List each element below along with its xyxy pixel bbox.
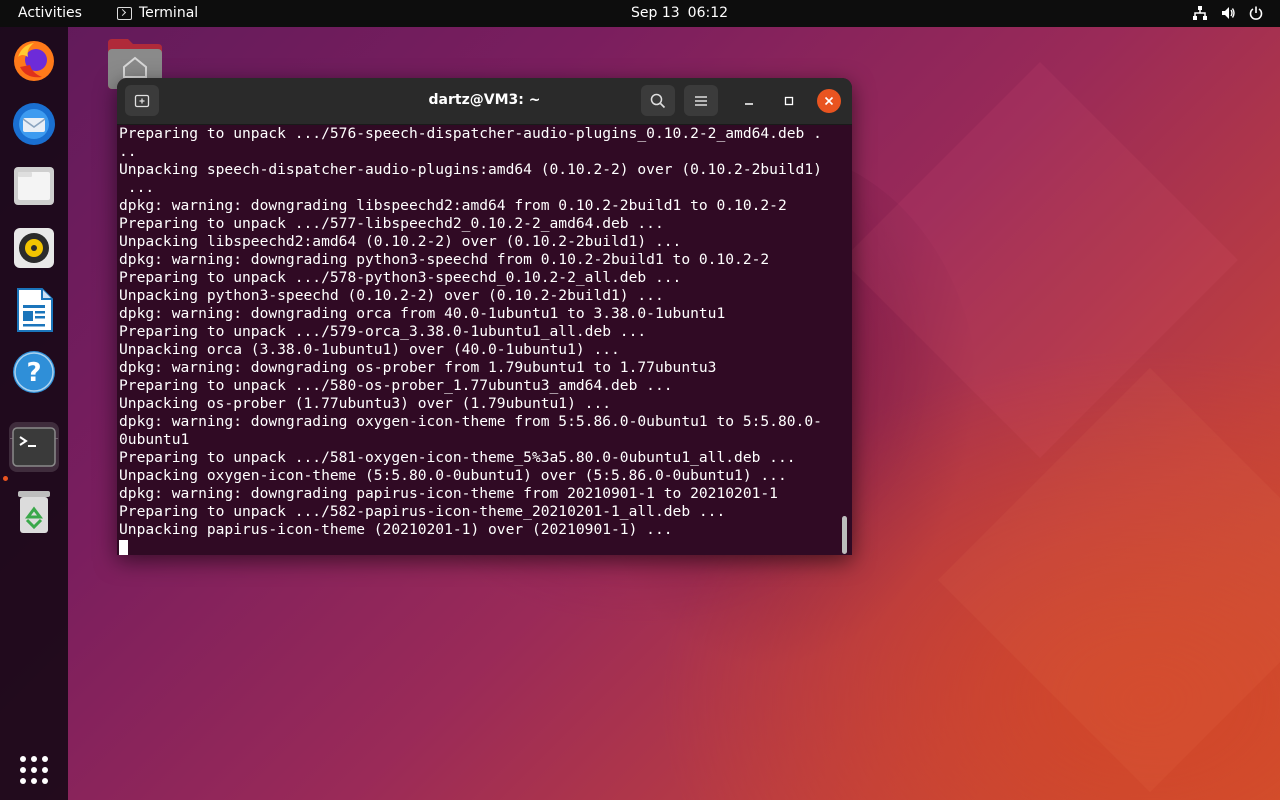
terminal-line: dpkg: warning: downgrading python3-speec… <box>119 251 770 268</box>
terminal-line: Unpacking papirus-icon-theme (20210201-1… <box>119 521 673 538</box>
dock-item-writer[interactable] <box>9 285 59 335</box>
system-tray[interactable] <box>1192 5 1264 21</box>
dock-item-firefox[interactable] <box>9 36 59 86</box>
trash-icon <box>18 491 50 533</box>
minimize-icon <box>745 103 753 105</box>
terminal-line: dpkg: warning: downgrading oxygen-icon-t… <box>119 413 822 430</box>
terminal-line: dpkg: warning: downgrading orca from 40.… <box>119 305 726 322</box>
app-menu-label: Terminal <box>139 5 199 21</box>
terminal-line: dpkg: warning: downgrading os-prober fro… <box>119 359 717 376</box>
network-icon[interactable] <box>1192 5 1208 21</box>
app-menu[interactable]: Terminal <box>117 5 198 21</box>
terminal-line: 0ubuntu1 <box>119 431 190 448</box>
thunderbird-icon <box>13 103 55 145</box>
text-cursor <box>119 540 128 555</box>
help-icon: ? <box>13 351 55 393</box>
search-icon <box>650 93 666 108</box>
terminal-line: Preparing to unpack .../582-papirus-icon… <box>119 503 726 520</box>
menu-button[interactable] <box>684 85 718 116</box>
firefox-icon <box>14 41 54 81</box>
close-icon <box>824 96 834 106</box>
terminal-output: Preparing to unpack .../576-speech-dispa… <box>119 125 839 539</box>
window-titlebar[interactable]: dartz@VM3: ~ <box>117 78 852 125</box>
dock: ? <box>0 27 68 800</box>
clock-date: Sep 13 <box>631 5 680 21</box>
terminal-line: Unpacking os-prober (1.77ubuntu3) over (… <box>119 395 612 412</box>
terminal-line: Unpacking oxygen-icon-theme (5:5.80.0-0u… <box>119 467 787 484</box>
terminal-line: Unpacking orca (3.38.0-1ubuntu1) over (4… <box>119 341 620 358</box>
terminal-line: Preparing to unpack .../577-libspeechd2_… <box>119 215 664 232</box>
power-icon[interactable] <box>1248 5 1264 21</box>
terminal-line: ... <box>119 179 155 196</box>
volume-icon[interactable] <box>1220 5 1236 21</box>
hamburger-menu-icon <box>695 95 707 106</box>
terminal-line: Preparing to unpack .../579-orca_3.38.0-… <box>119 323 647 340</box>
libreoffice-writer-icon <box>17 288 53 332</box>
dock-item-rhythmbox[interactable] <box>9 223 59 273</box>
activities-button[interactable]: Activities <box>18 5 82 21</box>
terminal-line: Unpacking speech-dispatcher-audio-plugin… <box>119 161 822 178</box>
terminal-icon <box>12 427 56 467</box>
dock-item-help[interactable]: ? <box>9 347 59 397</box>
terminal-line: Preparing to unpack .../581-oxygen-icon-… <box>119 449 796 466</box>
scrollbar-thumb[interactable] <box>842 516 847 554</box>
terminal-line: .. <box>119 143 137 160</box>
terminal-line: dpkg: warning: downgrading papirus-icon-… <box>119 485 778 502</box>
close-button[interactable] <box>817 89 841 113</box>
dock-item-trash[interactable] <box>9 487 59 537</box>
maximize-button[interactable] <box>777 89 801 113</box>
wallpaper-shape <box>937 367 1280 793</box>
app-grid-icon <box>20 756 48 784</box>
terminal-line: Unpacking libspeechd2:amd64 (0.10.2-2) o… <box>119 233 682 250</box>
terminal-output-area[interactable]: Preparing to unpack .../576-speech-dispa… <box>117 125 852 555</box>
clock-time: 06:12 <box>687 5 729 21</box>
terminal-line: Unpacking python3-speechd (0.10.2-2) ove… <box>119 287 664 304</box>
terminal-line: Preparing to unpack .../576-speech-dispa… <box>119 125 822 142</box>
clock[interactable]: Sep 13 06:12 <box>631 5 728 21</box>
dock-item-thunderbird[interactable] <box>9 99 59 149</box>
rhythmbox-icon <box>14 228 54 268</box>
dock-item-files[interactable] <box>9 161 59 211</box>
terminal-line: dpkg: warning: downgrading libspeechd2:a… <box>119 197 787 214</box>
terminal-small-icon <box>117 6 132 20</box>
terminal-line: Preparing to unpack .../578-python3-spee… <box>119 269 682 286</box>
search-button[interactable] <box>641 85 675 116</box>
svg-text:?: ? <box>26 358 41 388</box>
minimize-button[interactable] <box>737 89 761 113</box>
files-icon <box>14 167 54 205</box>
top-bar: Activities Terminal Sep 13 06:12 <box>0 0 1280 27</box>
maximize-icon <box>784 96 794 106</box>
terminal-window[interactable]: dartz@VM3: ~ Preparing to unpack .../576… <box>117 78 852 555</box>
dock-item-terminal[interactable] <box>9 422 59 472</box>
running-indicator <box>3 476 8 481</box>
show-applications-button[interactable] <box>9 745 59 795</box>
terminal-line: Preparing to unpack .../580-os-prober_1.… <box>119 377 673 394</box>
